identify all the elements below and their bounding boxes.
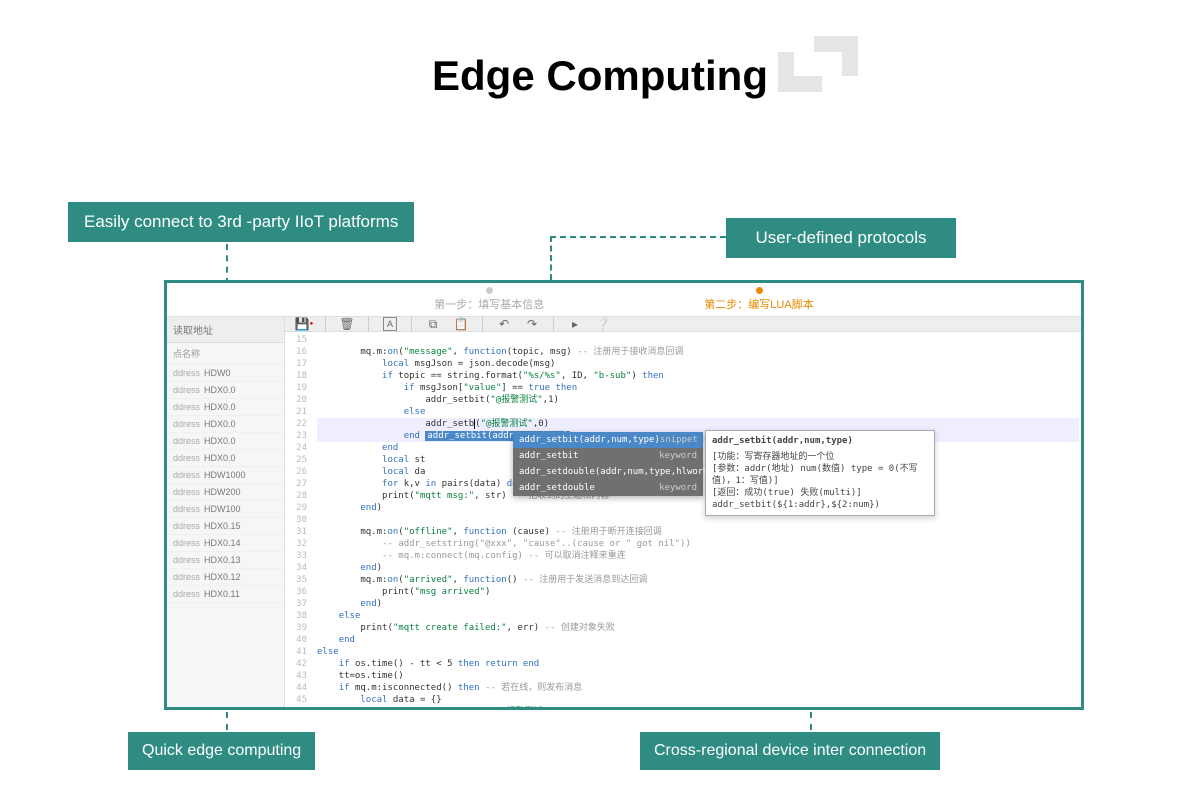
tab-step1[interactable]: 第一步：填写基本信息 <box>434 287 544 312</box>
address-row[interactable]: ddressHDW200 <box>167 484 284 501</box>
font-icon[interactable]: A <box>383 317 397 331</box>
address-row[interactable]: ddressHDX0.13 <box>167 552 284 569</box>
callout-protocols: User-defined protocols <box>726 218 956 258</box>
step-tabs: 第一步：填写基本信息 第二步：编写LUA脚本 <box>167 283 1081 317</box>
connector-line <box>810 712 812 730</box>
address-row[interactable]: ddressHDW0 <box>167 365 284 382</box>
autocomplete-item[interactable]: addr_setdouble(addr,num,type,hlword)snl… <box>513 464 703 480</box>
paste-icon[interactable]: 📋 <box>454 317 468 331</box>
connector-line <box>550 236 726 238</box>
address-row[interactable]: ddressHDX0.14 <box>167 535 284 552</box>
tab-step2[interactable]: 第二步：编写LUA脚本 <box>704 287 813 312</box>
redo-icon[interactable]: ↷ <box>525 317 539 331</box>
connector-line <box>550 236 552 280</box>
address-row[interactable]: ddressHDX0.0 <box>167 450 284 467</box>
line-gutter: 1516171819202122232425262728293031323334… <box>285 332 313 710</box>
save-icon[interactable]: 💾● <box>297 317 311 331</box>
address-row[interactable]: ddressHDX0.12 <box>167 569 284 586</box>
code-text[interactable]: mq.m:on("message", function(topic, msg) … <box>313 332 1081 710</box>
address-row[interactable]: ddressHDX0.0 <box>167 433 284 450</box>
address-row[interactable]: ddressHDW1000 <box>167 467 284 484</box>
address-row[interactable]: ddressHDX0.0 <box>167 399 284 416</box>
code-panel: 💾● 🗑 A ⧉ 📋 ↶ ↷ ▸ ❔ 151617181920212223242… <box>285 317 1081 707</box>
address-panel-title: 读取地址 <box>167 317 284 343</box>
autocomplete-item[interactable]: addr_setbit(addr,num,type)snippet <box>513 432 703 448</box>
tab-label: 第二步：编写LUA脚本 <box>704 296 813 312</box>
tooltip-signature: addr_setbit(addr,num,type) <box>712 435 928 447</box>
tooltip-line: addr_setbit(${1:addr},${2:num}) <box>712 499 928 511</box>
callout-iiot: Easily connect to 3rd -party IIoT platfo… <box>68 202 414 242</box>
callout-edge: Quick edge computing <box>128 732 315 770</box>
run-icon[interactable]: ▸ <box>568 317 582 331</box>
address-panel: 读取地址 点名称 ddressHDW0ddressHDX0.0ddressHDX… <box>167 317 285 707</box>
delete-icon[interactable]: 🗑 <box>340 317 354 331</box>
address-row[interactable]: ddressHDX0.0 <box>167 416 284 433</box>
connector-line <box>226 244 228 284</box>
autocomplete-item[interactable]: addr_setdoublekeyword <box>513 480 703 496</box>
tab-label: 第一步：填写基本信息 <box>434 296 544 312</box>
tooltip-box: addr_setbit(addr,num,type) [功能：写寄存器地址的一个… <box>705 430 935 516</box>
tooltip-line: [功能：写寄存器地址的一个位 <box>712 451 928 463</box>
address-row[interactable]: ddressHDX0.15 <box>167 518 284 535</box>
connector-line <box>226 712 228 730</box>
autocomplete-popup[interactable]: addr_setbit(addr,num,type)snippet addr_s… <box>513 432 703 496</box>
address-row[interactable]: ddressHDX0.11 <box>167 586 284 603</box>
editor-window: 第一步：填写基本信息 第二步：编写LUA脚本 读取地址 点名称 ddressHD… <box>164 280 1084 710</box>
address-row[interactable]: ddressHDX0.0 <box>167 382 284 399</box>
address-panel-header: 点名称 <box>167 343 284 365</box>
undo-icon[interactable]: ↶ <box>497 317 511 331</box>
tooltip-line: [参数：addr(地址) num(数值) type = 0(不写值)，1：写值)… <box>712 463 928 487</box>
autocomplete-item[interactable]: addr_setbitkeyword <box>513 448 703 464</box>
code-editor[interactable]: 1516171819202122232425262728293031323334… <box>285 332 1081 710</box>
address-row[interactable]: ddressHDW100 <box>167 501 284 518</box>
help-icon[interactable]: ❔ <box>596 317 610 331</box>
tooltip-line: [返回：成功(true) 失败(multi)] <box>712 487 928 499</box>
editor-toolbar: 💾● 🗑 A ⧉ 📋 ↶ ↷ ▸ ❔ <box>285 317 1081 332</box>
page-title: Edge Computing <box>0 52 1200 100</box>
callout-cross-regional: Cross-regional device inter connection <box>640 732 940 770</box>
copy-icon[interactable]: ⧉ <box>426 317 440 331</box>
